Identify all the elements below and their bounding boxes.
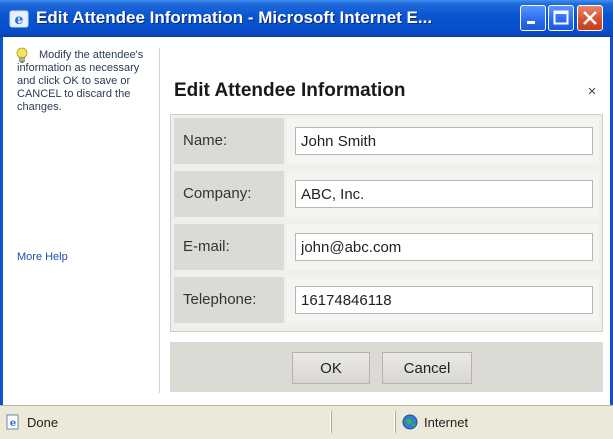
telephone-cell — [287, 277, 599, 323]
globe-icon — [402, 414, 418, 430]
page-done-icon: e — [6, 414, 19, 430]
svg-text:e: e — [10, 418, 16, 429]
ie-icon: e — [9, 10, 29, 28]
dialog-title: Edit Attendee Information — [174, 80, 406, 101]
status-separator — [394, 411, 396, 433]
help-panel: Modify the attendee's information as nec… — [3, 37, 157, 405]
dialog-button-bar: OK Cancel — [170, 342, 603, 392]
close-window-button[interactable] — [577, 5, 603, 31]
company-field[interactable] — [295, 180, 593, 208]
maximize-icon — [553, 10, 569, 25]
more-help-link[interactable]: More Help — [17, 251, 68, 263]
close-icon — [583, 11, 597, 25]
company-label: Company: — [174, 171, 284, 217]
minimize-button[interactable] — [520, 5, 546, 31]
maximize-button[interactable] — [548, 5, 574, 31]
form-row-telephone: Telephone: — [174, 277, 599, 327]
telephone-field[interactable] — [295, 286, 593, 314]
email-label: E-mail: — [174, 224, 284, 270]
name-cell — [287, 118, 599, 164]
status-text: Done — [27, 415, 59, 430]
form-row-name: Name: — [174, 118, 599, 168]
security-zone-label: Internet — [424, 415, 469, 430]
telephone-label: Telephone: — [174, 277, 284, 323]
minimize-icon — [527, 21, 535, 24]
attendee-form: Name: Company: E-mail: Telephone: — [170, 114, 603, 332]
cancel-button[interactable]: Cancel — [382, 352, 472, 384]
dialog-close-icon[interactable]: × — [582, 82, 602, 102]
name-label: Name: — [174, 118, 284, 164]
help-instructions: Modify the attendee's information as nec… — [17, 49, 144, 113]
panel-divider — [159, 48, 160, 393]
window-title: Edit Attendee Information - Microsoft In… — [36, 8, 433, 27]
form-row-email: E-mail: — [174, 224, 599, 274]
ok-button[interactable]: OK — [292, 352, 370, 384]
svg-text:e: e — [15, 12, 24, 28]
window-titlebar[interactable]: e Edit Attendee Information - Microsoft … — [0, 0, 613, 37]
email-field[interactable] — [295, 233, 593, 261]
form-row-company: Company: — [174, 171, 599, 221]
email-cell — [287, 224, 599, 270]
company-cell — [287, 171, 599, 217]
status-bar: e Done Internet — [0, 405, 613, 439]
name-field[interactable] — [295, 127, 593, 155]
status-separator — [330, 411, 332, 433]
